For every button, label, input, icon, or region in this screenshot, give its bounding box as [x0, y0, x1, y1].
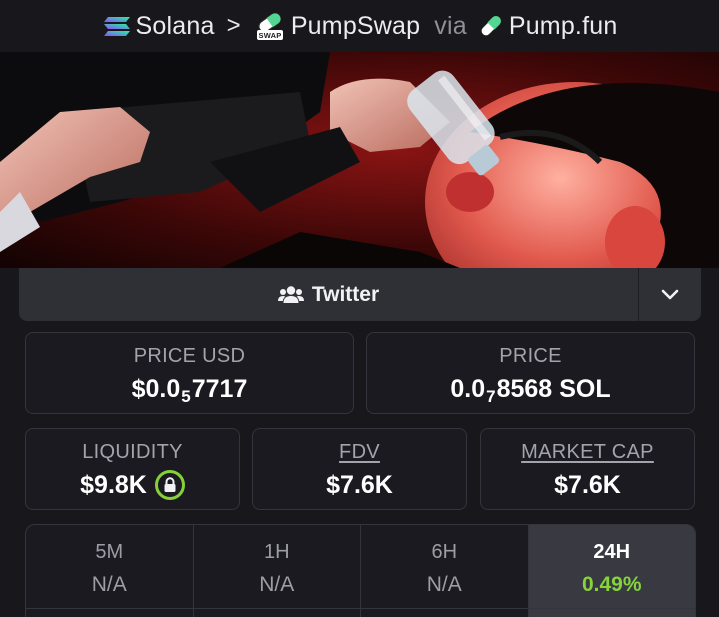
more-links-button[interactable] — [639, 268, 701, 321]
liquidity-value-row: $9.8K — [80, 470, 185, 500]
market-cap-box[interactable]: MARKET CAP $7.6K — [480, 428, 695, 510]
users-icon — [277, 285, 304, 303]
lock-icon[interactable] — [154, 470, 185, 500]
dex-link[interactable]: SWAP PumpSwap — [253, 11, 420, 41]
tab-label: 1H — [263, 541, 290, 563]
twitter-button[interactable]: Twitter — [19, 268, 639, 321]
tab-label: 24H — [593, 541, 631, 563]
timeframe-tabs: 5M N/A 1H N/A 6H N/A 24H 0.49% — [25, 524, 696, 617]
fdv-value: $7.6K — [326, 471, 393, 499]
fdv-box[interactable]: FDV $7.6K — [252, 428, 467, 510]
pumpswap-icon: SWAP — [256, 12, 283, 40]
tab-change: N/A — [426, 573, 462, 596]
tab-change: N/A — [91, 573, 127, 596]
liquidity-label: LIQUIDITY — [82, 441, 183, 463]
fdv-label[interactable]: FDV — [253, 441, 466, 464]
liquidity-value: $9.8K — [80, 471, 147, 499]
price-usd-box: PRICE USD $0.0 5 7717 — [25, 332, 354, 414]
price-native-value: 0.0 7 8568 SOL — [450, 375, 611, 406]
price-native-box: PRICE 0.0 7 8568 SOL — [366, 332, 695, 414]
launchpad-link[interactable]: Pump.fun — [477, 12, 618, 41]
svg-text:SWAP: SWAP — [258, 31, 281, 40]
liquidity-box: LIQUIDITY $9.8K — [25, 428, 240, 510]
token-header-image — [0, 52, 719, 268]
dex-name: PumpSwap — [290, 11, 421, 40]
solana-icon — [103, 17, 130, 36]
tab-5m[interactable]: 5M N/A — [26, 525, 194, 617]
pill-icon — [480, 15, 502, 37]
chain-name: Solana — [135, 11, 215, 40]
tab-24h[interactable]: 24H 0.49% — [528, 525, 695, 617]
tab-change: N/A — [259, 573, 295, 596]
launchpad-name: Pump.fun — [508, 11, 618, 40]
tab-change: 0.49% — [581, 573, 642, 596]
chain-link[interactable]: Solana — [102, 12, 215, 41]
breadcrumb: Solana > SWAP PumpSwap via Pump.fun — [0, 0, 719, 52]
price-native-label: PRICE — [499, 345, 562, 367]
market-cap-value: $7.6K — [554, 471, 621, 499]
via-label: via — [434, 11, 467, 40]
twitter-label: Twitter — [311, 282, 380, 306]
price-usd-value: $0.0 5 7717 — [131, 375, 248, 406]
chevron-down-icon — [661, 289, 679, 299]
breadcrumb-separator: > — [226, 12, 241, 39]
market-cap-label[interactable]: MARKET CAP — [481, 441, 694, 464]
tab-label: 6H — [431, 541, 458, 563]
tab-label: 5M — [95, 541, 124, 563]
price-usd-label: PRICE USD — [133, 345, 246, 367]
social-links-bar: Twitter — [19, 268, 701, 321]
tab-6h[interactable]: 6H N/A — [361, 525, 529, 617]
tab-1h[interactable]: 1H N/A — [194, 525, 361, 617]
tabs-divider — [25, 608, 696, 609]
